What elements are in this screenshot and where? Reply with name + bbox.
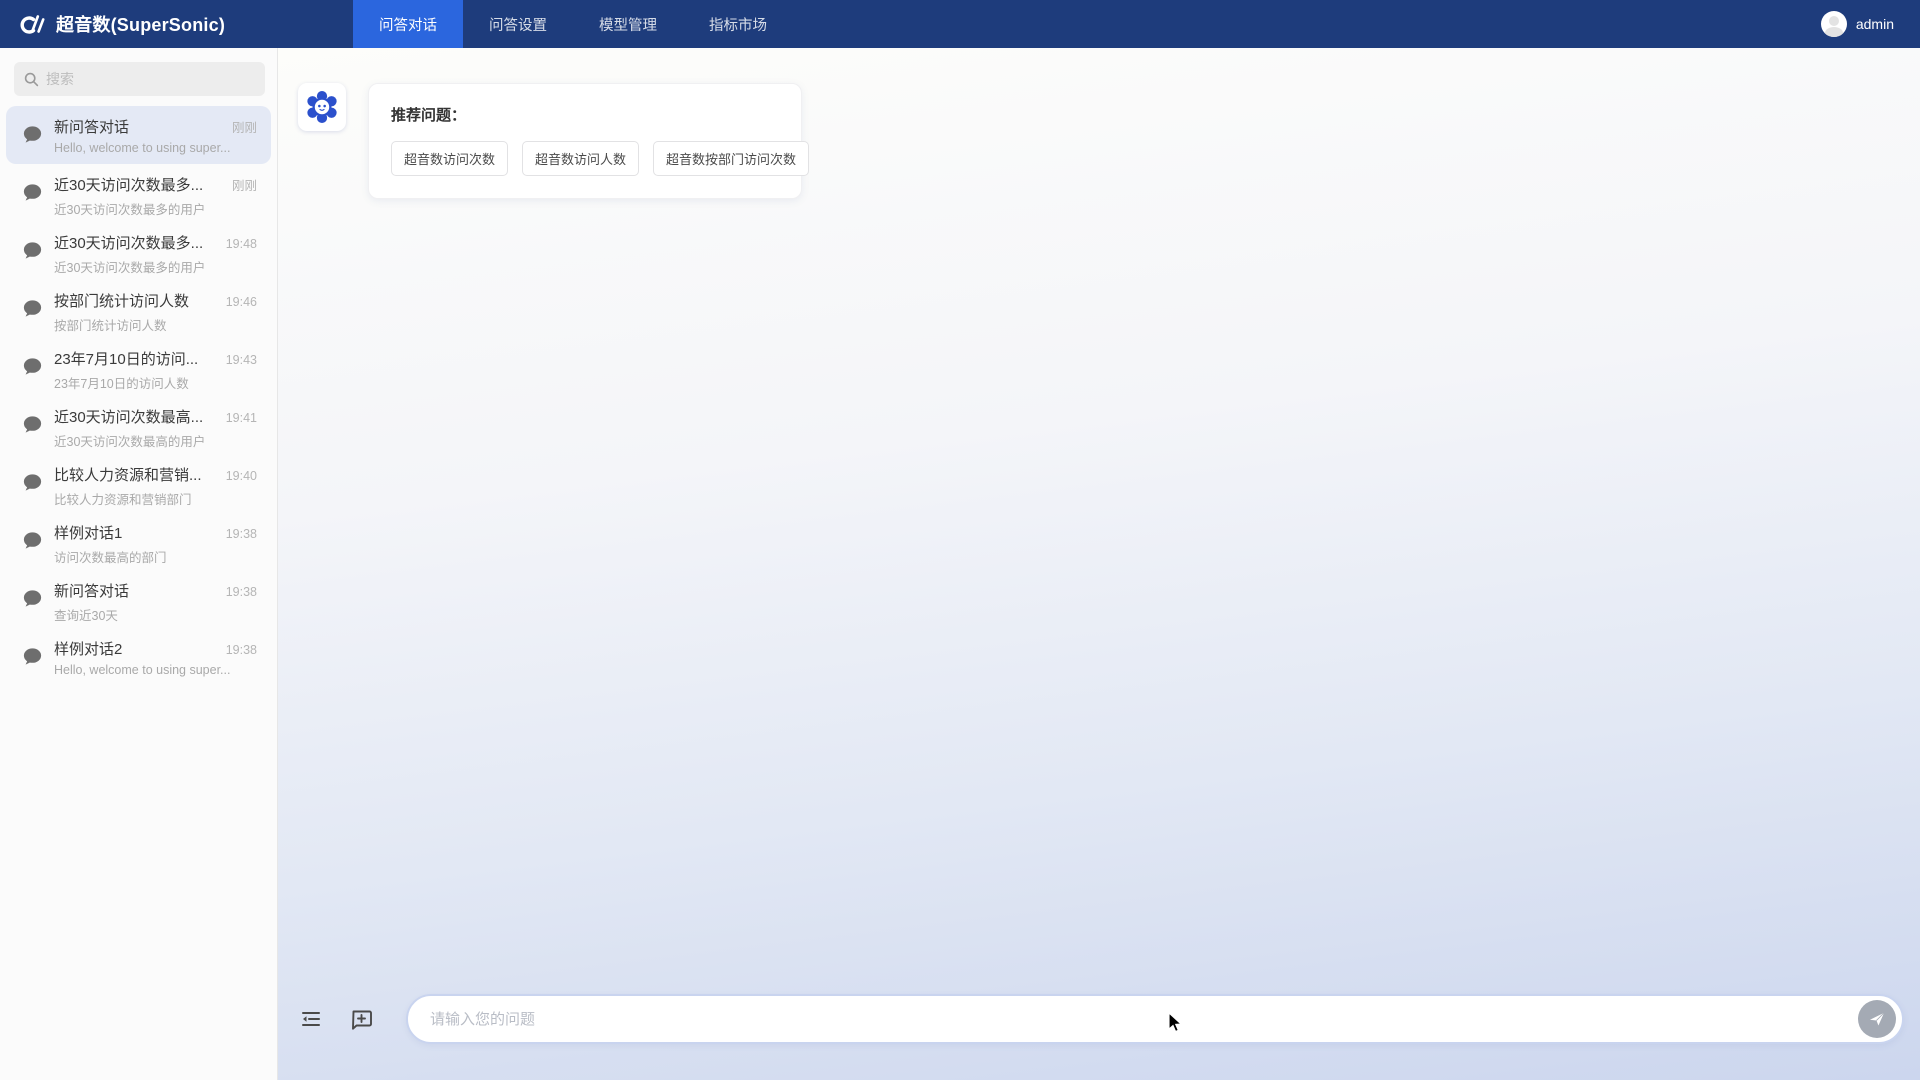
conversation-title: 近30天访问次数最多... bbox=[54, 232, 203, 253]
conversation-subtitle: 23年7月10日的访问人数 bbox=[54, 373, 249, 392]
user-avatar[interactable] bbox=[1821, 11, 1847, 37]
conversation-time: 19:38 bbox=[226, 527, 257, 541]
paper-plane-icon bbox=[1868, 1010, 1886, 1028]
conversation-time: 19:41 bbox=[226, 411, 257, 425]
conversation-sidebar: 新问答对话 刚刚 Hello, welcome to using super..… bbox=[0, 48, 278, 1080]
app-title: 超音数(SuperSonic) bbox=[56, 11, 225, 37]
conversation-time: 刚刚 bbox=[232, 117, 257, 136]
assistant-avatar bbox=[298, 83, 346, 131]
conversation-title: 样例对话2 bbox=[54, 638, 122, 659]
nav-tab-3[interactable]: 模型管理 bbox=[573, 0, 683, 48]
chat-bubble-icon bbox=[22, 473, 43, 498]
conversation-time: 19:38 bbox=[226, 643, 257, 657]
conversation-time: 19:48 bbox=[226, 237, 257, 251]
conversation-list-item[interactable]: 样例对话2 19:38 Hello, welcome to using supe… bbox=[6, 628, 271, 686]
chat-bubble-icon bbox=[22, 125, 43, 150]
conversation-subtitle: 近30天访问次数最多的用户 bbox=[54, 257, 249, 276]
conversation-title: 比较人力资源和营销... bbox=[54, 464, 202, 485]
chat-bubble-icon bbox=[22, 183, 43, 208]
recommended-question-button[interactable]: 超音数访问次数 bbox=[391, 141, 508, 176]
chat-bubble-icon bbox=[22, 299, 43, 324]
assistant-message-row: 推荐问题： 超音数访问次数 超音数访问人数 超音数按部门访问次数 bbox=[298, 83, 802, 199]
nav-tab-4[interactable]: 指标市场 bbox=[683, 0, 793, 48]
question-input[interactable] bbox=[430, 1011, 1858, 1028]
conversation-list-item[interactable]: 新问答对话 19:38 查询近30天 bbox=[6, 570, 271, 628]
conversation-title: 按部门统计访问人数 bbox=[54, 290, 189, 311]
conversation-time: 19:43 bbox=[226, 353, 257, 367]
conversation-subtitle: 近30天访问次数最多的用户 bbox=[54, 199, 249, 218]
chat-bubble-icon bbox=[22, 415, 43, 440]
conversation-list-item[interactable]: 新问答对话 刚刚 Hello, welcome to using super..… bbox=[6, 106, 271, 164]
username-label: admin bbox=[1856, 16, 1894, 32]
composer-bar bbox=[298, 994, 1904, 1044]
conversation-list-item[interactable]: 比较人力资源和营销... 19:40 比较人力资源和营销部门 bbox=[6, 454, 271, 512]
recommended-questions-row: 超音数访问次数 超音数访问人数 超音数按部门访问次数 bbox=[391, 141, 779, 176]
conversation-subtitle: Hello, welcome to using super... bbox=[54, 663, 249, 677]
chat-bubble-icon bbox=[22, 531, 43, 556]
chat-bubble-icon bbox=[22, 589, 43, 614]
chat-bubble-icon bbox=[22, 647, 43, 672]
recommended-questions-label: 推荐问题： bbox=[391, 104, 779, 125]
conversation-time: 刚刚 bbox=[232, 175, 257, 194]
conversation-subtitle: 按部门统计访问人数 bbox=[54, 315, 249, 334]
conversation-time: 19:38 bbox=[226, 585, 257, 599]
conversation-subtitle: 比较人力资源和营销部门 bbox=[54, 489, 249, 508]
recommended-question-button[interactable]: 超音数按部门访问次数 bbox=[653, 141, 809, 176]
nav-tabs: 问答对话 问答设置 模型管理 指标市场 bbox=[353, 0, 793, 48]
conversation-title: 样例对话1 bbox=[54, 522, 122, 543]
supersonic-logo-icon bbox=[16, 9, 46, 39]
new-conversation-icon[interactable] bbox=[348, 1006, 374, 1032]
chat-bubble-icon bbox=[22, 357, 43, 382]
chat-main-area: 推荐问题： 超音数访问次数 超音数访问人数 超音数按部门访问次数 bbox=[278, 48, 1920, 1080]
search-icon bbox=[24, 72, 39, 87]
chat-bubble-icon bbox=[22, 241, 43, 266]
conversation-subtitle: 近30天访问次数最高的用户 bbox=[54, 431, 249, 450]
conversation-list-item[interactable]: 近30天访问次数最多... 19:48 近30天访问次数最多的用户 bbox=[6, 222, 271, 280]
collapse-history-icon[interactable] bbox=[298, 1006, 324, 1032]
brand: 超音数(SuperSonic) bbox=[0, 9, 225, 39]
conversation-list: 新问答对话 刚刚 Hello, welcome to using super..… bbox=[0, 106, 277, 686]
conversation-title: 23年7月10日的访问... bbox=[54, 348, 198, 369]
conversation-title: 近30天访问次数最高... bbox=[54, 406, 203, 427]
conversation-subtitle: 查询近30天 bbox=[54, 605, 249, 624]
conversation-list-item[interactable]: 样例对话1 19:38 访问次数最高的部门 bbox=[6, 512, 271, 570]
nav-tab-1[interactable]: 问答对话 bbox=[353, 0, 463, 48]
app-header: 超音数(SuperSonic) 问答对话 问答设置 模型管理 指标市场 admi… bbox=[0, 0, 1920, 48]
conversation-subtitle: 访问次数最高的部门 bbox=[54, 547, 249, 566]
header-user-area[interactable]: admin bbox=[1821, 11, 1920, 37]
conversation-title: 新问答对话 bbox=[54, 116, 129, 137]
conversation-list-item[interactable]: 按部门统计访问人数 19:46 按部门统计访问人数 bbox=[6, 280, 271, 338]
conversation-time: 19:46 bbox=[226, 295, 257, 309]
conversation-title: 近30天访问次数最多... bbox=[54, 174, 203, 195]
conversation-list-item[interactable]: 近30天访问次数最多... 刚刚 近30天访问次数最多的用户 bbox=[6, 164, 271, 222]
recommended-questions-card: 推荐问题： 超音数访问次数 超音数访问人数 超音数按部门访问次数 bbox=[368, 83, 802, 199]
conversation-list-item[interactable]: 近30天访问次数最高... 19:41 近30天访问次数最高的用户 bbox=[6, 396, 271, 454]
send-button[interactable] bbox=[1858, 1000, 1896, 1038]
atom-bot-icon bbox=[303, 88, 341, 126]
search-input[interactable] bbox=[46, 71, 255, 87]
question-input-pill[interactable] bbox=[406, 994, 1904, 1044]
conversation-title: 新问答对话 bbox=[54, 580, 129, 601]
conversation-list-item[interactable]: 23年7月10日的访问... 19:43 23年7月10日的访问人数 bbox=[6, 338, 271, 396]
nav-tab-2[interactable]: 问答设置 bbox=[463, 0, 573, 48]
conversation-search[interactable] bbox=[14, 62, 265, 96]
conversation-subtitle: Hello, welcome to using super... bbox=[54, 141, 249, 155]
recommended-question-button[interactable]: 超音数访问人数 bbox=[522, 141, 639, 176]
conversation-time: 19:40 bbox=[226, 469, 257, 483]
